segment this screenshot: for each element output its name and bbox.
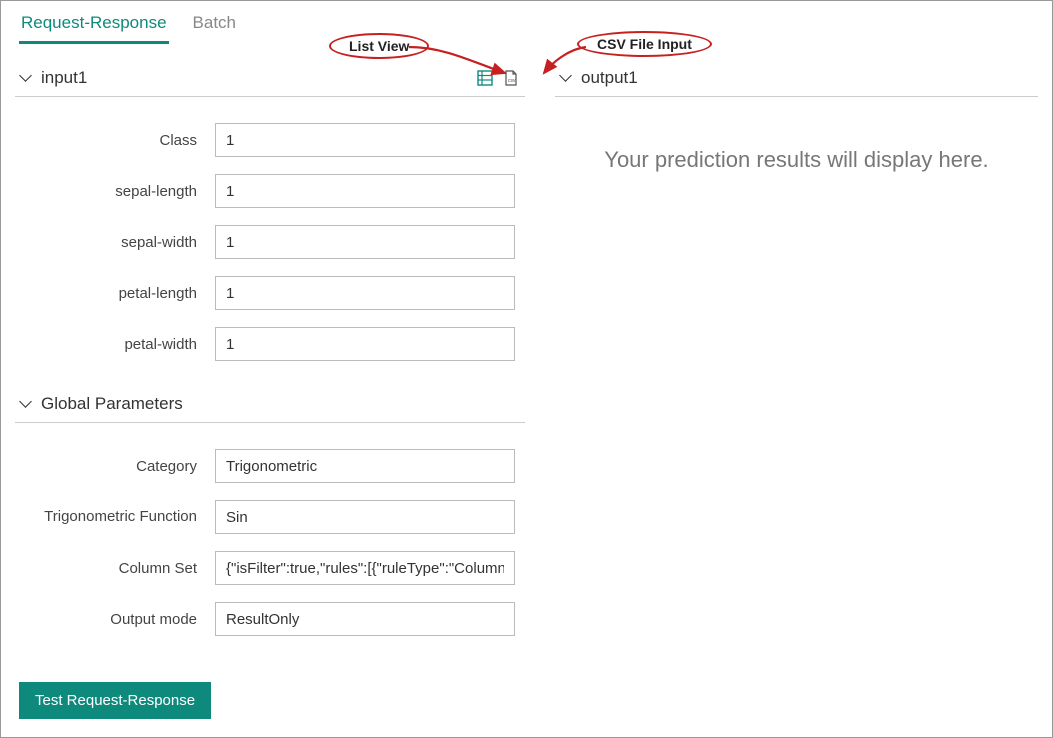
field-row-petal-length: petal-length: [15, 276, 525, 310]
field-row-trig-func: Trigonometric Function: [15, 500, 525, 534]
section-output1-title: output1: [581, 68, 638, 88]
input-sepal-length[interactable]: [215, 174, 515, 208]
callout-list-view: List View: [329, 33, 429, 59]
test-request-response-button[interactable]: Test Request-Response: [19, 682, 211, 719]
mode-tabs: Request-Response Batch: [1, 1, 1052, 44]
label-sepal-length: sepal-length: [15, 183, 215, 200]
field-row-class: Class: [15, 123, 525, 157]
output-placeholder-text: Your prediction results will display her…: [555, 97, 1038, 173]
section-global-params-header[interactable]: Global Parameters: [15, 390, 525, 423]
csv-file-icon[interactable]: csv: [503, 70, 519, 86]
global-params-fields: Category Trigonometric Function Column S…: [15, 423, 525, 659]
chevron-down-icon: [559, 72, 571, 84]
section-output1-header[interactable]: output1: [555, 64, 1038, 97]
label-output-mode: Output mode: [15, 611, 215, 628]
section-input1-header[interactable]: input1 csv: [15, 64, 525, 97]
input-petal-length[interactable]: [215, 276, 515, 310]
label-trig-func: Trigonometric Function: [15, 508, 215, 527]
svg-text:csv: csv: [508, 78, 516, 84]
section-input1-title: input1: [41, 68, 87, 88]
field-row-category: Category: [15, 449, 525, 483]
input-output-mode[interactable]: [215, 602, 515, 636]
label-category: Category: [15, 458, 215, 475]
chevron-down-icon: [19, 398, 31, 410]
input-category[interactable]: [215, 449, 515, 483]
label-petal-width: petal-width: [15, 336, 215, 353]
input-petal-width[interactable]: [215, 327, 515, 361]
chevron-down-icon: [19, 72, 31, 84]
input-class[interactable]: [215, 123, 515, 157]
list-view-icon[interactable]: [477, 70, 493, 86]
label-petal-length: petal-length: [15, 285, 215, 302]
field-row-column-set: Column Set: [15, 551, 525, 585]
input-trig-func[interactable]: [215, 500, 515, 534]
input1-fields: Class sepal-length sepal-width petal-len…: [15, 97, 525, 384]
field-row-sepal-length: sepal-length: [15, 174, 525, 208]
input-column-set[interactable]: [215, 551, 515, 585]
field-row-sepal-width: sepal-width: [15, 225, 525, 259]
label-column-set: Column Set: [15, 560, 215, 577]
section-global-params-title: Global Parameters: [41, 394, 183, 414]
input-sepal-width[interactable]: [215, 225, 515, 259]
tab-batch[interactable]: Batch: [191, 9, 238, 44]
field-row-petal-width: petal-width: [15, 327, 525, 361]
label-sepal-width: sepal-width: [15, 234, 215, 251]
callout-csv-file-input: CSV File Input: [577, 31, 712, 57]
tab-request-response[interactable]: Request-Response: [19, 9, 169, 44]
label-class: Class: [15, 132, 215, 149]
field-row-output-mode: Output mode: [15, 602, 525, 636]
